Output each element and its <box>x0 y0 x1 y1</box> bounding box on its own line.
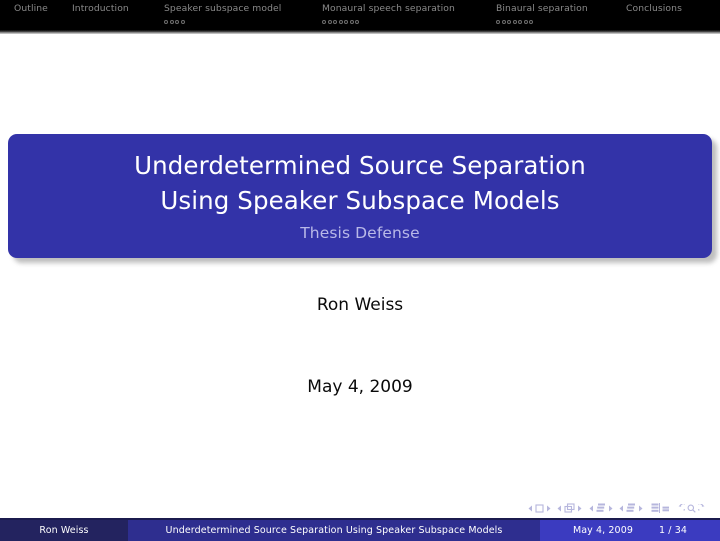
header-slide-dot[interactable] <box>512 19 517 24</box>
slide-current-icon[interactable] <box>534 503 544 513</box>
header-navigation-bar: Outline Introduction Speaker subspace mode… <box>0 0 720 30</box>
search-icon[interactable] <box>687 504 696 513</box>
header-section-introduction[interactable]: Introduction <box>72 0 129 26</box>
back-icon[interactable] <box>676 503 685 513</box>
header-section-slide-dots <box>164 15 185 26</box>
header-slide-dot[interactable] <box>529 19 533 24</box>
header-section-label: Monaural speech separation <box>322 3 455 14</box>
header-section-label: Speaker subspace model <box>164 3 282 14</box>
slide-navigation-group <box>528 503 551 513</box>
section-current-icon[interactable] <box>626 503 636 513</box>
header-section-label: Binaural separation <box>496 3 588 14</box>
header-slide-dot[interactable] <box>164 19 168 24</box>
header-slide-dot[interactable] <box>322 19 326 24</box>
subsection-navigation-group <box>589 503 613 513</box>
header-slide-dot[interactable] <box>349 19 354 24</box>
footer-page-separator: / <box>668 525 672 536</box>
title-block: Underdetermined Source Separation Using … <box>8 134 717 263</box>
header-section-conclusions[interactable]: Conclusions <box>626 0 682 26</box>
footer-page-indicator: 1 / 34 <box>659 525 687 536</box>
subsection-next-icon[interactable] <box>608 505 613 512</box>
section-previous-icon[interactable] <box>619 505 624 512</box>
presentation-subtitle: Thesis Defense <box>300 223 420 242</box>
history-navigation-group <box>676 503 707 513</box>
appendix-icon[interactable] <box>662 503 670 513</box>
presentation-date: May 4, 2009 <box>307 377 413 397</box>
footer-date-page: May 4, 2009 1 / 34 <box>540 520 720 541</box>
section-next-icon[interactable] <box>638 505 643 512</box>
forward-icon[interactable] <box>698 503 707 513</box>
header-slide-dot[interactable] <box>169 19 174 24</box>
beamer-navigation-symbols <box>528 501 711 515</box>
author-name: Ron Weiss <box>316 295 404 315</box>
frame-previous-icon[interactable] <box>557 505 562 512</box>
header-section-monaural-speech-separation[interactable]: Monaural speech separation <box>322 0 455 26</box>
header-slide-dot[interactable] <box>333 19 337 24</box>
header-slide-dot[interactable] <box>523 19 528 24</box>
header-section-list: Outline Introduction Speaker subspace mode… <box>0 0 720 30</box>
header-slide-dot[interactable] <box>518 19 522 24</box>
footer-author: Ron Weiss <box>0 520 128 541</box>
document-navigation-group <box>650 503 670 513</box>
header-slide-dot[interactable] <box>507 19 511 24</box>
header-section-outline[interactable]: Outline <box>14 0 48 26</box>
header-slide-dot[interactable] <box>338 19 343 24</box>
header-slide-dot[interactable] <box>180 19 185 24</box>
slide-next-icon[interactable] <box>546 505 551 512</box>
header-section-label: Introduction <box>72 3 129 14</box>
header-section-binaural-separation[interactable]: Binaural separation <box>496 0 588 26</box>
footer-bar: Ron Weiss Underdetermined Source Separat… <box>0 520 720 541</box>
footer-title: Underdetermined Source Separation Using … <box>128 520 540 541</box>
frame-next-icon[interactable] <box>577 505 582 512</box>
subsection-current-icon[interactable] <box>596 503 606 513</box>
presentation-title-line-2: Using Speaker Subspace Models <box>160 185 560 215</box>
header-section-label: Outline <box>14 3 48 14</box>
header-divider-rule <box>0 30 720 34</box>
footer-date-text: May 4, 2009 <box>572 525 633 536</box>
header-slide-dot[interactable] <box>496 19 500 24</box>
title-block-panel: Underdetermined Source Separation Using … <box>8 134 712 258</box>
presentation-icon[interactable] <box>650 503 660 513</box>
header-section-speaker-subspace-model[interactable]: Speaker subspace model <box>164 0 281 26</box>
header-section-label: Conclusions <box>626 3 682 14</box>
header-slide-dot[interactable] <box>327 19 332 24</box>
footer-page-current: 1 <box>659 525 666 536</box>
header-section-slide-dots <box>496 15 533 26</box>
header-slide-dot[interactable] <box>355 19 359 24</box>
presentation-title-line-1: Underdetermined Source Separation <box>134 150 586 180</box>
frame-navigation-group <box>557 503 582 513</box>
frame-current-icon[interactable] <box>564 503 575 513</box>
subsection-previous-icon[interactable] <box>589 505 594 512</box>
header-slide-dot[interactable] <box>501 19 506 24</box>
header-section-slide-dots <box>322 15 359 26</box>
section-navigation-group <box>619 503 643 513</box>
header-slide-dot[interactable] <box>344 19 348 24</box>
slide-previous-icon[interactable] <box>528 505 533 512</box>
header-slide-dot[interactable] <box>175 19 179 24</box>
footer-page-total: 34 <box>674 525 688 536</box>
